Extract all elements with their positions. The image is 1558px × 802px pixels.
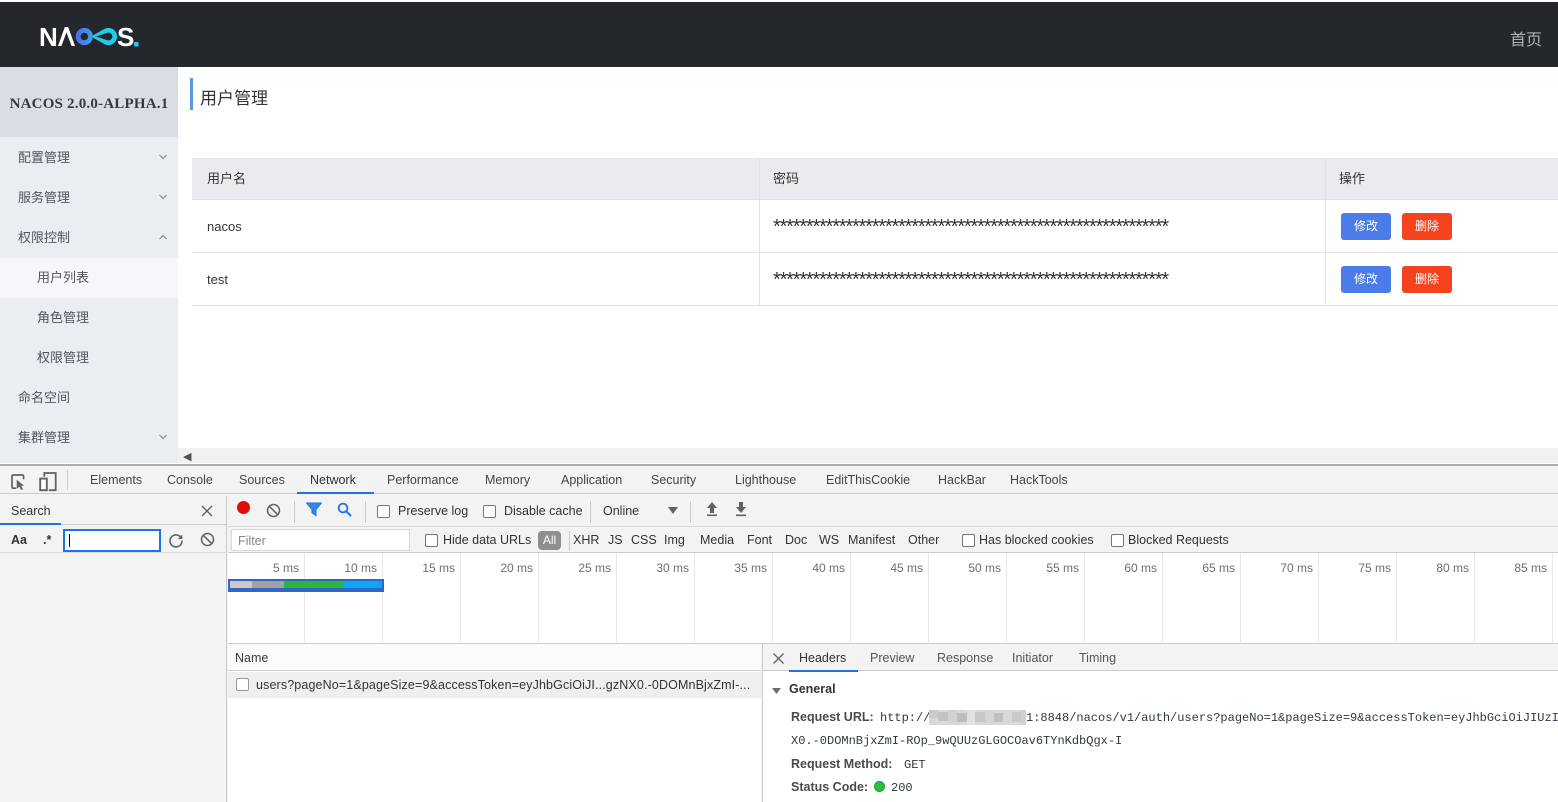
svg-text:N: N bbox=[39, 22, 58, 50]
svg-text:S: S bbox=[117, 22, 134, 50]
